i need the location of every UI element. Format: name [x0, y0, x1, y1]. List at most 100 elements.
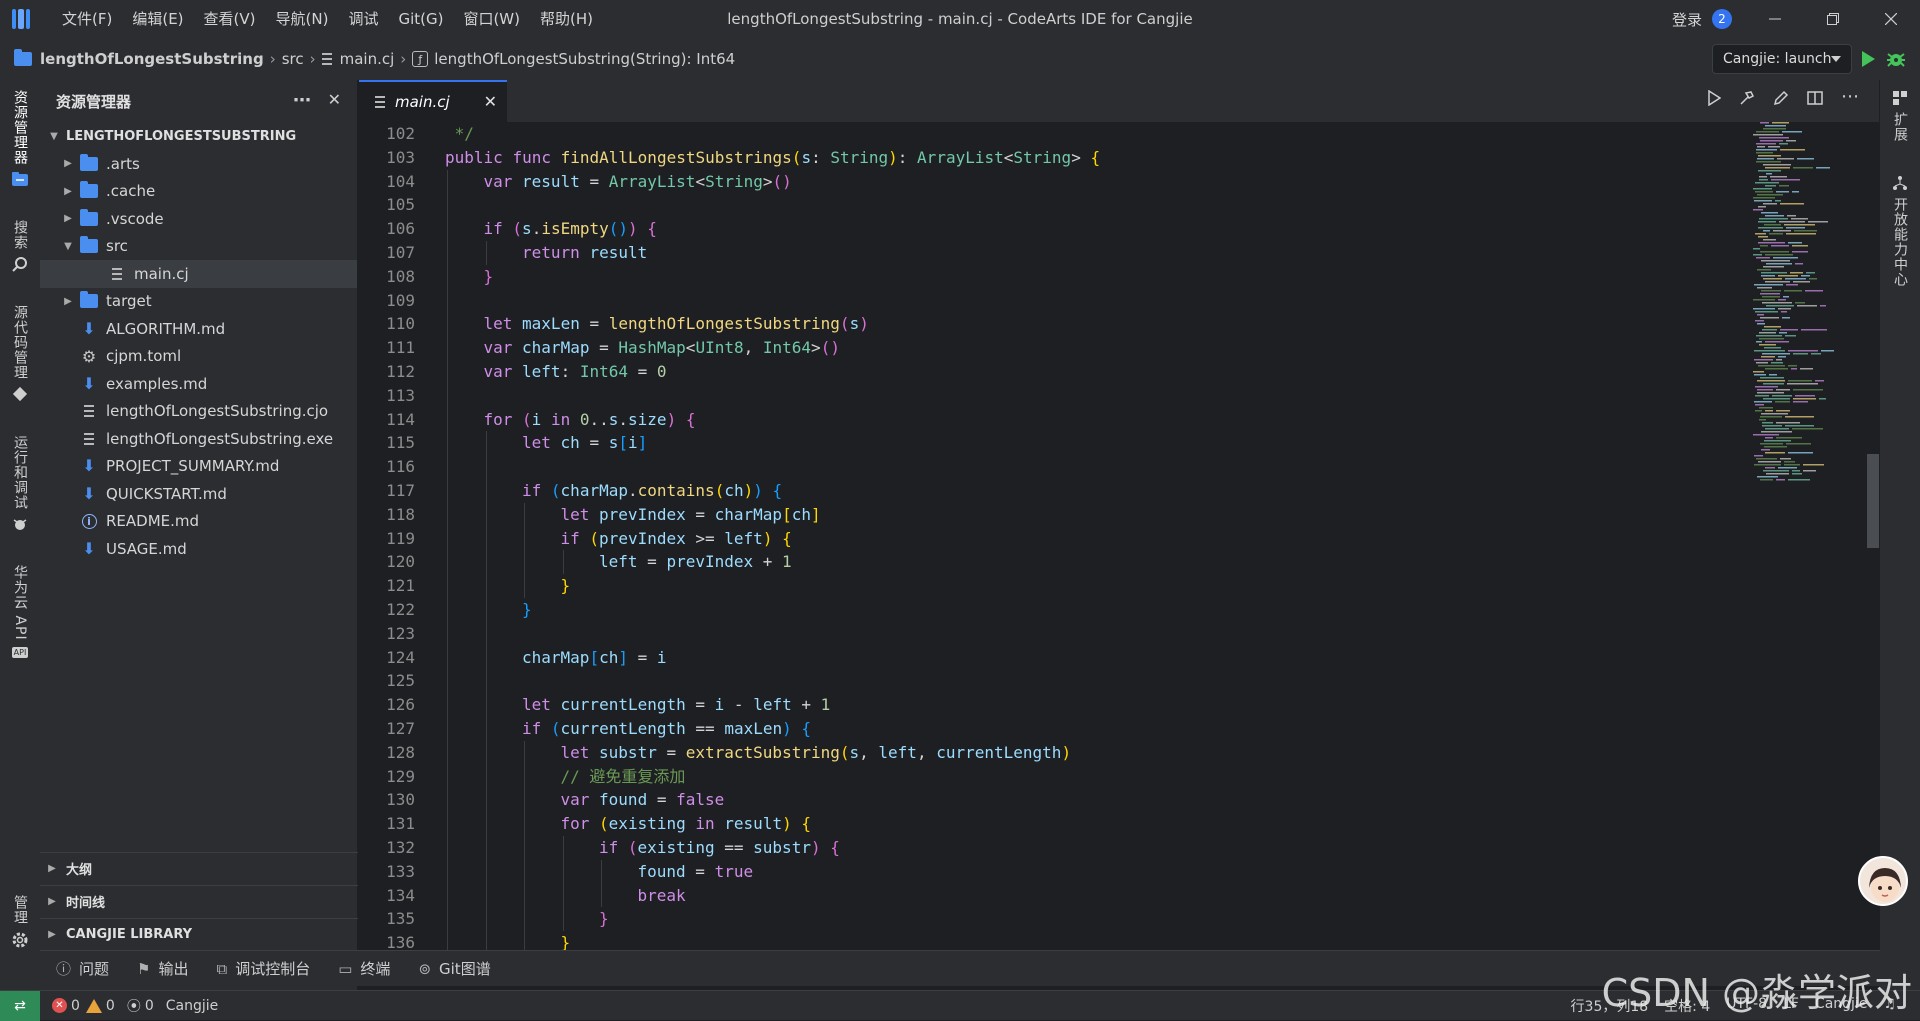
problems-status[interactable]: ✕ 0 0: [52, 998, 115, 1014]
tree-item[interactable]: ⬇ USAGE.md: [40, 535, 357, 563]
activity-open-center[interactable]: 开放能力中心: [1880, 175, 1920, 287]
tree-item[interactable]: lengthOfLongestSubstring.exe: [40, 425, 357, 453]
code-line: 121}: [359, 574, 1749, 598]
minimap[interactable]: [1749, 122, 1849, 995]
indentation[interactable]: 空格: 4: [1664, 996, 1710, 1016]
panel-tab-debug-console[interactable]: ⧉ 调试控制台: [217, 958, 311, 979]
code-view[interactable]: 102 */103 public func findAllLongestSubst…: [359, 122, 1749, 995]
edit-button[interactable]: [1773, 90, 1789, 110]
more-editor-actions[interactable]: ⋯: [1841, 88, 1859, 110]
line-number: 123: [386, 623, 415, 643]
code-token: ch: [724, 480, 744, 500]
tree-item[interactable]: ⬇ QUICKSTART.md: [40, 480, 357, 508]
activity-manage[interactable]: 管理: [0, 895, 40, 949]
activity-huawei-api[interactable]: 华为云 API API: [0, 565, 40, 658]
assistant-avatar[interactable]: [1858, 856, 1908, 906]
code-token: String: [1013, 147, 1072, 167]
panel-tab-git-graph[interactable]: ⊚ Git图谱: [418, 958, 490, 979]
close-sidebar-icon[interactable]: ✕: [328, 90, 341, 109]
breadcrumb-project[interactable]: lengthOfLongestSubstring: [14, 49, 264, 68]
line-content: return result: [445, 240, 647, 265]
menu-file[interactable]: 文件(F): [52, 0, 122, 38]
menu-window[interactable]: 窗口(W): [453, 0, 530, 38]
language-server-status[interactable]: Cangjie: [166, 998, 219, 1014]
activity-explorer[interactable]: 资源管理器: [0, 90, 40, 187]
editor-scrollbar-thumb[interactable]: [1867, 454, 1879, 548]
code-line: 109: [359, 288, 1749, 313]
menu-navigate[interactable]: 导航(N): [266, 0, 339, 38]
remote-button[interactable]: ⇄: [0, 990, 40, 1021]
run-button[interactable]: [1860, 50, 1876, 72]
tree-item[interactable]: ▶ .arts: [40, 150, 357, 178]
run-config-dropdown[interactable]: Cangjie: launch: [1712, 44, 1852, 74]
encoding[interactable]: UTF-8: [1726, 996, 1767, 1016]
close-window-button[interactable]: [1862, 0, 1920, 38]
breadcrumb-file[interactable]: main.cj: [321, 50, 394, 68]
split-editor-button[interactable]: [1807, 90, 1823, 110]
panel-tab-terminal[interactable]: ▭ 终端: [338, 958, 390, 979]
activity-search[interactable]: 搜索: [0, 220, 40, 272]
tab-close-icon[interactable]: ✕: [484, 92, 497, 111]
code-token: public: [445, 147, 513, 167]
minimap-line: [1778, 275, 1798, 277]
section-outline[interactable]: ▶ 大纲: [40, 852, 358, 884]
login-button[interactable]: 登录: [1672, 9, 1702, 30]
restore-button[interactable]: [1804, 0, 1862, 38]
minimize-button[interactable]: [1746, 0, 1804, 38]
activity-extensions[interactable]: 扩展: [1880, 90, 1920, 142]
debug-button[interactable]: [1886, 49, 1906, 73]
tree-item[interactable]: ⚙ cjpm.toml: [40, 343, 357, 371]
bell-icon[interactable]: ♫: [1883, 996, 1896, 1016]
breadcrumb-project-label: lengthOfLongestSubstring: [40, 50, 264, 68]
menu-edit[interactable]: 编辑(E): [122, 0, 193, 38]
indent-guide: [485, 621, 487, 646]
build-button[interactable]: [1739, 90, 1755, 110]
minimap-line: [1785, 425, 1814, 427]
menu-debug[interactable]: 调试: [338, 0, 388, 38]
more-actions-icon[interactable]: ⋯: [293, 90, 311, 111]
tree-item[interactable]: ⬇ examples.md: [40, 370, 357, 398]
tree-item[interactable]: ▶ .vscode: [40, 205, 357, 233]
minimap-line: [1786, 284, 1798, 286]
tab-main-cj[interactable]: main.cj ✕: [359, 80, 507, 122]
project-root[interactable]: ▼ LENGTHOFLONGESTSUBSTRING: [40, 122, 357, 150]
notification-badge[interactable]: 2: [1712, 9, 1732, 29]
activity-open-center-label: 开放能力中心: [1892, 197, 1908, 287]
line-content: let ch = s[i]: [445, 431, 647, 456]
menu-help[interactable]: 帮助(H): [530, 0, 603, 38]
tree-item[interactable]: ▶ .cache: [40, 178, 357, 206]
activity-scm[interactable]: 源代码管理: [0, 305, 40, 402]
line-number: 109: [386, 290, 415, 310]
section-timeline[interactable]: ▶ 时间线: [40, 885, 358, 917]
line-number: 105: [386, 195, 415, 215]
section-cangjie-library[interactable]: ▶ CANGJIE LIBRARY: [40, 918, 358, 950]
breadcrumb-symbol[interactable]: ƒ lengthOfLongestSubstring(String): Int6…: [412, 50, 735, 68]
indent-guide: [447, 859, 448, 884]
menu-view[interactable]: 查看(V): [194, 0, 266, 38]
run-file-button[interactable]: [1707, 89, 1722, 110]
panel-tab-output[interactable]: ⚑ 输出: [137, 958, 188, 979]
tree-item[interactable]: ⬇ ALGORITHM.md: [40, 315, 357, 343]
error-count: 0: [71, 997, 80, 1014]
minimap-line: [1757, 380, 1785, 382]
tree-item[interactable]: ▶ target: [40, 288, 357, 316]
panel-tab-problems[interactable]: ⓘ 问题: [56, 958, 109, 979]
language-mode[interactable]: Cangjie: [1815, 996, 1868, 1016]
tree-item[interactable]: lengthOfLongestSubstring.cjo: [40, 398, 357, 426]
tree-item[interactable]: ▼ src: [40, 233, 357, 261]
cursor-position[interactable]: 行35，列18: [1571, 996, 1649, 1016]
tree-item[interactable]: ⬇ PROJECT_SUMMARY.md: [40, 453, 357, 481]
menu-git[interactable]: Git(G): [388, 0, 453, 38]
indent-guide: [447, 621, 448, 646]
activity-run-debug[interactable]: 运行和调试: [0, 435, 40, 532]
minimap-line: [1763, 398, 1790, 400]
breadcrumb-folder[interactable]: src: [282, 50, 304, 68]
ports-status[interactable]: ⦿ 0: [127, 996, 154, 1016]
tree-item[interactable]: main.cj: [40, 260, 357, 288]
code-token: if: [560, 528, 590, 548]
code-token: +: [762, 552, 783, 572]
tree-item[interactable]: i README.md: [40, 508, 357, 536]
code-token: charMap: [714, 504, 783, 524]
end-of-line[interactable]: LF: [1783, 996, 1799, 1016]
minimap-line: [1771, 362, 1783, 364]
